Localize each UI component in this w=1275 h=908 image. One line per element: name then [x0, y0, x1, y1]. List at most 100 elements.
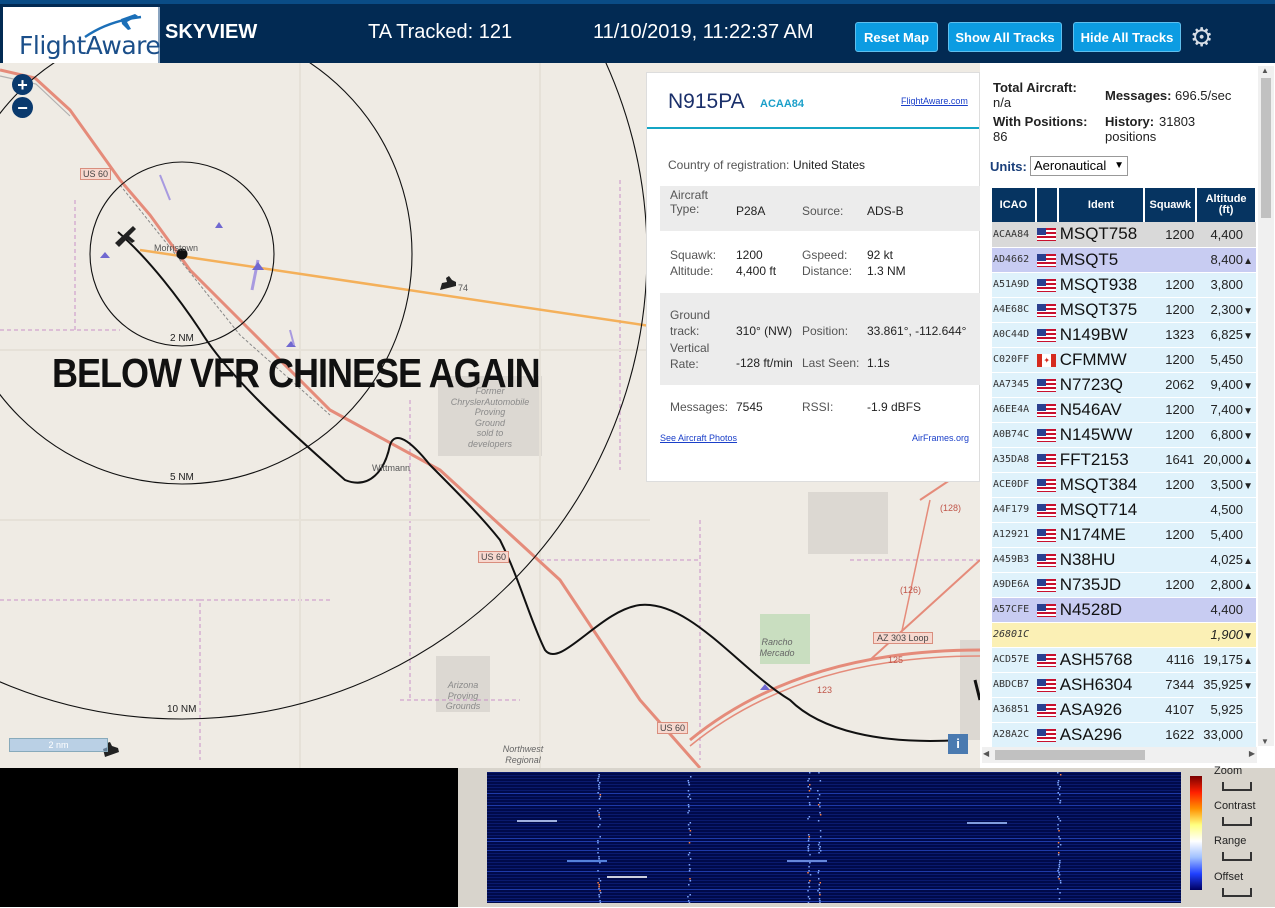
table-row[interactable]: 26801C 1,900▼ — [992, 622, 1256, 648]
altitude-trend-icon: ▲ — [1243, 656, 1253, 667]
waterfall-signal — [817, 890, 819, 892]
waterfall-line — [487, 781, 1181, 782]
waterfall-signal — [689, 822, 692, 824]
table-row[interactable]: A9DE6A N735JD 1200 2,800▲ — [992, 572, 1256, 598]
show-all-tracks-button[interactable]: Show All Tracks — [948, 22, 1062, 52]
waterfall-signal — [1059, 820, 1062, 822]
history-unit: positions — [1105, 129, 1157, 144]
table-row[interactable]: AA7345 N7723Q 2062 9,400▼ — [992, 372, 1256, 398]
waterfall-signal — [689, 894, 691, 896]
scroll-up-icon[interactable]: ▲ — [1261, 66, 1269, 75]
info-panel-header: N915PA ACAA84 FlightAware.com — [647, 73, 979, 129]
vertical-scrollbar[interactable]: ▲ ▼ — [1258, 66, 1274, 746]
waterfall-signal — [1058, 864, 1061, 866]
waterfall-signal — [1058, 818, 1060, 820]
waterfall-signal — [1057, 792, 1059, 794]
waterfall-signal — [807, 846, 809, 848]
col-icao[interactable]: ICAO — [992, 188, 1037, 222]
airframes-link[interactable]: AirFrames.org — [912, 433, 969, 443]
zoom-out-button[interactable]: − — [12, 97, 33, 118]
waterfall-signal — [807, 896, 810, 898]
table-row[interactable]: ABDCB7 ASH6304 7344 35,925▼ — [992, 672, 1256, 698]
waterfall-line — [487, 859, 1181, 860]
waterfall-signal — [1059, 774, 1062, 776]
gear-icon[interactable]: ⚙ — [1190, 24, 1213, 50]
waterfall-signal — [1057, 784, 1059, 786]
us-flag-icon — [1037, 728, 1057, 742]
col-altitude[interactable]: Altitude (ft) — [1196, 188, 1257, 222]
altitude-trend-icon: ▼ — [1243, 631, 1253, 642]
offset-slider[interactable] — [1222, 888, 1252, 897]
table-row[interactable]: C020FF ✦ CFMMW 1200 5,450 — [992, 347, 1256, 373]
table-row[interactable]: A57CFE N4528D 4,400 — [992, 597, 1256, 623]
flightaware-link[interactable]: FlightAware.com — [901, 96, 968, 106]
scroll-right-icon[interactable]: ▶ — [1249, 749, 1255, 758]
zoom-slider[interactable] — [1222, 782, 1252, 791]
squawk-cell: 4107 — [1144, 697, 1197, 723]
waterfall-signal — [689, 830, 692, 832]
messages-rate-label: Messages: — [1105, 88, 1172, 103]
waterfall-signal — [1057, 868, 1060, 870]
waterfall-signal — [819, 780, 822, 782]
flag-cell — [1035, 547, 1058, 573]
table-row[interactable]: A459B3 N38HU 4,025▲ — [992, 547, 1256, 573]
route-shield: AZ 303 Loop — [873, 632, 933, 644]
icao-cell: AD4662 — [992, 247, 1036, 273]
hscrollbar-thumb[interactable] — [995, 750, 1145, 760]
table-row[interactable]: A28A2C ASA296 1622 33,000 — [992, 722, 1256, 748]
table-row[interactable]: A12921 N174ME 1200 5,400 — [992, 522, 1256, 548]
waterfall-signal — [1058, 898, 1061, 900]
waterfall-signal — [809, 874, 812, 876]
scroll-left-icon[interactable]: ◀ — [983, 749, 989, 758]
waterfall-signal — [1057, 772, 1059, 774]
ident-cell — [1057, 622, 1145, 648]
altitude-value: 4,400 — [1210, 226, 1243, 242]
table-row[interactable]: A4E68C MSQT375 1200 2,300▼ — [992, 297, 1256, 323]
table-row[interactable]: A51A9D MSQT938 1200 3,800 — [992, 272, 1256, 298]
table-row[interactable]: A36851 ASA926 4107 5,925 — [992, 697, 1256, 723]
waterfall-signal — [1059, 860, 1061, 862]
range-slider[interactable] — [1222, 852, 1252, 861]
squawk-value: 1200 — [736, 248, 763, 262]
aircraft-hex[interactable]: ACAA84 — [760, 98, 804, 110]
hide-all-tracks-button[interactable]: Hide All Tracks — [1073, 22, 1181, 52]
zoom-in-button[interactable]: + — [12, 74, 33, 95]
horizontal-scrollbar[interactable]: ◀ ▶ — [982, 747, 1257, 763]
table-row[interactable]: A35DA8 FFT2153 1641 20,000▲ — [992, 447, 1256, 473]
table-row[interactable]: ACE0DF MSQT384 1200 3,500▼ — [992, 472, 1256, 498]
icao-cell: A12921 — [992, 522, 1036, 548]
table-row[interactable]: A0B74C N145WW 1200 6,800▼ — [992, 422, 1256, 448]
col-squawk[interactable]: Squawk — [1144, 188, 1198, 222]
route-number: 74 — [458, 283, 469, 293]
us-flag-icon — [1037, 703, 1057, 717]
table-row[interactable]: AD4662 MSQT5 8,400▲ — [992, 247, 1256, 273]
waterfall-signal — [689, 858, 692, 860]
table-row[interactable]: ACAA84 MSQT758 1200 4,400 — [992, 222, 1256, 248]
table-row[interactable]: A4F179 MSQT714 4,500 — [992, 497, 1256, 523]
table-row[interactable]: ACD57E ASH5768 4116 19,175▲ — [992, 647, 1256, 673]
contrast-slider[interactable] — [1222, 817, 1252, 826]
scrollbar-thumb[interactable] — [1261, 78, 1271, 218]
altitude-value: 19,175 — [1203, 652, 1243, 667]
units-select[interactable]: Aeronautical ▼ — [1030, 156, 1128, 176]
flag-cell — [1035, 647, 1058, 673]
waterfall-line — [487, 823, 1181, 824]
altitude-trend-icon: ▲ — [1243, 456, 1253, 467]
reset-map-button[interactable]: Reset Map — [855, 22, 938, 52]
aircraft-photos-link[interactable]: See Aircraft Photos — [660, 433, 737, 443]
table-row[interactable]: A0C44D N149BW 1323 6,825▼ — [992, 322, 1256, 348]
waterfall-burst — [517, 820, 557, 822]
ident-cell: MSQT375 — [1057, 297, 1145, 323]
waterfall-burst — [607, 876, 647, 878]
squawk-cell: 1200 — [1144, 572, 1197, 598]
map-info-icon[interactable]: i — [948, 734, 968, 754]
range-label: Range — [1214, 835, 1247, 847]
col-ident[interactable]: Ident — [1057, 188, 1146, 222]
table-row[interactable]: A6EE4A N546AV 1200 7,400▼ — [992, 397, 1256, 423]
route-number: (128) — [940, 503, 962, 513]
us-flag-icon — [1037, 228, 1057, 242]
black-panel — [0, 768, 458, 907]
waterfall-line — [487, 841, 1181, 842]
flightaware-logo[interactable]: FlightAware — [3, 7, 161, 64]
scroll-down-icon[interactable]: ▼ — [1261, 737, 1269, 746]
